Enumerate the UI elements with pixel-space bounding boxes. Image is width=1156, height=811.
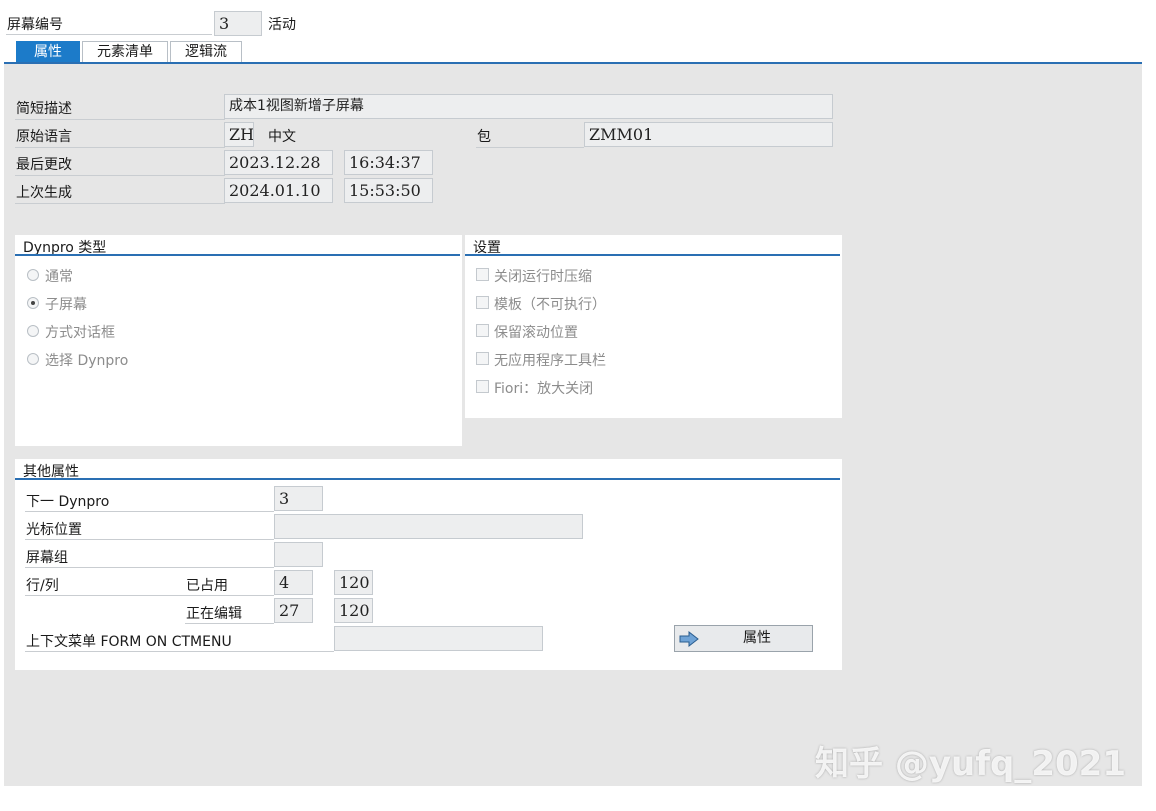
package-label: 包 (477, 129, 491, 145)
radio-subscreen-label: 子屏幕 (45, 297, 87, 313)
checkbox-fiori-zoom-off[interactable] (476, 380, 489, 393)
editing-label: 正在编辑 (186, 606, 242, 622)
main-content: 简短描述 成本1视图新增子屏幕 原始语言 ZH 中文 包 ZMM01 最后更改 … (4, 64, 1142, 786)
attributes-button-label: 属性 (743, 630, 771, 646)
settings-panel: 设置 关闭运行时压缩 模板（不可执行） 保留滚动位置 无应用程序工具栏 Fior… (465, 235, 842, 418)
settings-title-line (465, 254, 840, 256)
radio-selection-dynpro[interactable] (27, 353, 39, 365)
radio-normal-label: 通常 (45, 269, 73, 285)
arrow-right-icon (679, 630, 699, 655)
short-desc-field[interactable]: 成本1视图新增子屏幕 (224, 94, 833, 119)
package-field[interactable]: ZMM01 (584, 122, 833, 147)
used-rows-field[interactable]: 4 (274, 570, 313, 595)
orig-lang-label: 原始语言 (16, 129, 72, 145)
short-desc-underline (15, 119, 225, 120)
checkbox-disable-compression[interactable] (476, 268, 489, 281)
checkbox-no-app-toolbar[interactable] (476, 352, 489, 365)
last-changed-label: 最后更改 (16, 157, 72, 173)
last-generated-underline (15, 203, 225, 204)
checkbox-template[interactable] (476, 296, 489, 309)
screen-group-field[interactable] (274, 542, 323, 567)
orig-lang-underline (15, 147, 225, 148)
used-cols-field[interactable]: 120 (334, 570, 373, 595)
used-underline (25, 595, 274, 596)
checkbox-keep-scroll[interactable] (476, 324, 489, 337)
orig-lang-code-field[interactable]: ZH (224, 122, 254, 147)
checkbox-no-app-toolbar-label: 无应用程序工具栏 (494, 353, 606, 369)
editing-rows-field[interactable]: 27 (274, 598, 313, 623)
screen-group-underline (25, 567, 274, 568)
checkbox-disable-compression-label: 关闭运行时压缩 (494, 269, 592, 285)
watermark-text: 知乎 @yufq_2021 (815, 744, 1126, 784)
next-dynpro-field[interactable]: 3 (274, 486, 323, 511)
attributes-button[interactable]: 属性 (674, 625, 813, 652)
next-dynpro-underline (25, 511, 274, 512)
radio-selection-dynpro-label: 选择 Dynpro (45, 353, 129, 369)
short-desc-label: 简短描述 (16, 101, 72, 117)
last-generated-date-field[interactable]: 2024.01.10 (224, 178, 333, 203)
context-menu-underline (25, 651, 334, 652)
cursor-position-field[interactable] (274, 514, 583, 539)
tab-attributes[interactable]: 属性 (16, 41, 80, 62)
other-attributes-title-line (15, 478, 840, 480)
screen-number-underline (6, 34, 212, 35)
context-menu-label: 上下文菜单 FORM ON CTMENU (26, 634, 232, 650)
checkbox-template-label: 模板（不可执行） (494, 297, 606, 313)
checkbox-fiori-zoom-off-label: Fiori：放大关闭 (494, 381, 594, 397)
package-underline (476, 147, 584, 148)
other-attributes-panel: 其他属性 下一 Dynpro 3 光标位置 屏幕组 行/列 已占用 4 120 … (15, 459, 842, 670)
screen-number-label: 屏幕编号 (7, 17, 63, 33)
radio-modal-dialog[interactable] (27, 325, 39, 337)
last-changed-date-field[interactable]: 2023.12.28 (224, 150, 333, 175)
last-changed-time-field[interactable]: 16:34:37 (344, 150, 433, 175)
dynpro-type-panel: Dynpro 类型 通常 子屏幕 方式对话框 选择 Dynpro (15, 235, 462, 446)
screen-group-label: 屏幕组 (26, 550, 68, 566)
radio-modal-dialog-label: 方式对话框 (45, 325, 115, 341)
used-label: 已占用 (186, 578, 228, 594)
tab-flow-logic[interactable]: 逻辑流 (170, 41, 242, 62)
last-generated-label: 上次生成 (16, 185, 72, 201)
status-label: 活动 (268, 17, 296, 33)
cursor-position-label: 光标位置 (26, 522, 82, 538)
tab-element-list[interactable]: 元素清单 (82, 41, 168, 62)
last-generated-time-field[interactable]: 15:53:50 (344, 178, 433, 203)
last-changed-underline (15, 175, 225, 176)
editing-cols-field[interactable]: 120 (334, 598, 373, 623)
context-menu-field[interactable] (334, 626, 543, 651)
radio-normal[interactable] (27, 269, 39, 281)
orig-lang-name: 中文 (268, 129, 296, 145)
checkbox-keep-scroll-label: 保留滚动位置 (494, 325, 578, 341)
editing-underline (185, 623, 274, 624)
screen-number-field[interactable]: 3 (214, 11, 262, 36)
next-dynpro-label: 下一 Dynpro (26, 494, 110, 510)
cursor-position-underline (25, 539, 274, 540)
dynpro-type-title-line (15, 254, 460, 256)
radio-subscreen[interactable] (27, 297, 39, 309)
rows-cols-label: 行/列 (26, 578, 59, 594)
